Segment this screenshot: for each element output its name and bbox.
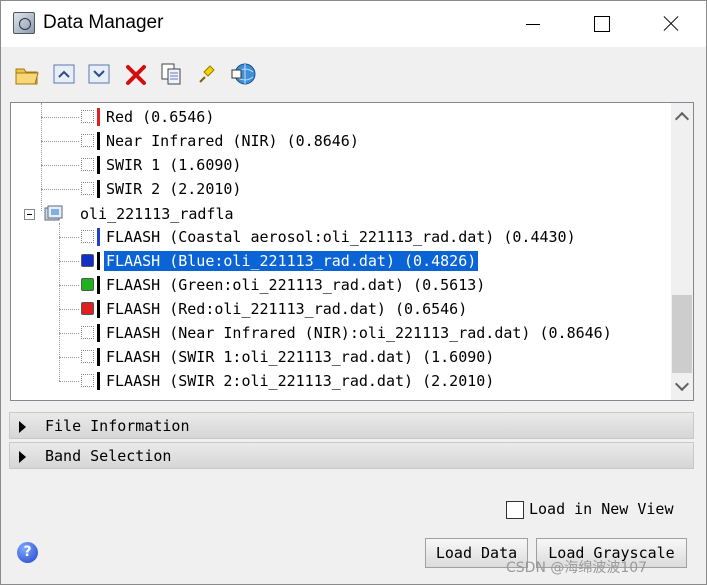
layer-tree[interactable]: Red (0.6546) Near Infrared (NIR) (0.8646… — [10, 102, 694, 401]
help-icon[interactable]: ? — [17, 542, 38, 563]
tree-connector — [41, 141, 79, 142]
globe-link-icon[interactable] — [230, 60, 258, 88]
file-information-panel-header[interactable]: File Information — [9, 412, 694, 439]
band-label: FLAASH (SWIR 2:oli_221113_rad.dat) (2.20… — [106, 372, 495, 390]
band-checkbox[interactable] — [81, 182, 94, 195]
band-color-bar — [97, 372, 100, 390]
app-icon — [13, 12, 35, 34]
vertical-scrollbar[interactable] — [671, 103, 693, 400]
band-label: FLAASH (Red:oli_221113_rad.dat) (0.6546) — [106, 300, 468, 318]
band-color-bar — [97, 180, 100, 198]
tree-connector — [59, 381, 79, 382]
load-in-new-view-label[interactable]: Load in New View — [529, 500, 674, 518]
scroll-down-button[interactable] — [671, 376, 693, 398]
section-title: Band Selection — [45, 447, 172, 465]
band-checkbox[interactable] — [81, 374, 94, 387]
tree-connector — [59, 261, 79, 262]
pin-icon[interactable] — [192, 60, 220, 88]
data-manager-window: Data Manager Red (0.6546) Near Infrared … — [0, 0, 707, 585]
section-title: File Information — [45, 417, 190, 435]
load-in-new-view-checkbox[interactable] — [506, 501, 524, 519]
collapse-down-icon[interactable] — [85, 60, 113, 88]
tree-content: Red (0.6546) Near Infrared (NIR) (0.8646… — [11, 103, 671, 400]
band-selection-panel-header[interactable]: Band Selection — [9, 442, 694, 469]
band-color-swatch[interactable] — [81, 278, 94, 291]
file-node-label[interactable]: oli_221113_radfla — [80, 204, 234, 224]
band-label: Near Infrared (NIR) (0.8646) — [106, 132, 359, 150]
band-color-bar — [97, 348, 100, 366]
tree-connector — [41, 103, 42, 211]
band-label: FLAASH (Green:oli_221113_rad.dat) (0.561… — [106, 276, 486, 294]
band-checkbox[interactable] — [81, 350, 94, 363]
band-label: FLAASH (Blue:oli_221113_rad.dat) (0.4826… — [102, 250, 480, 272]
maximize-button[interactable] — [579, 1, 625, 47]
tree-connector — [59, 237, 79, 238]
band-color-bar — [97, 108, 100, 126]
tree-connector — [41, 189, 79, 190]
tree-connector — [59, 285, 79, 286]
band-color-bar — [97, 132, 100, 150]
band-color-bar — [97, 300, 100, 318]
band-label: SWIR 2 (2.2010) — [106, 180, 242, 198]
expand-arrow-icon — [19, 451, 26, 463]
minimize-button[interactable] — [510, 1, 556, 47]
band-checkbox[interactable] — [81, 158, 94, 171]
scroll-thumb[interactable] — [672, 295, 692, 373]
band-color-bar — [97, 228, 100, 246]
open-folder-icon[interactable] — [13, 60, 41, 88]
expand-up-icon[interactable] — [50, 60, 78, 88]
window-title: Data Manager — [43, 12, 164, 33]
band-color-bar — [97, 252, 100, 270]
band-checkbox[interactable] — [81, 134, 94, 147]
tree-connector — [59, 333, 79, 334]
collapse-toggle[interactable] — [24, 209, 35, 220]
title-bar[interactable]: Data Manager — [1, 1, 706, 47]
band-label: FLAASH (SWIR 1:oli_221113_rad.dat) (1.60… — [106, 348, 495, 366]
tree-connector — [59, 309, 79, 310]
watermark: CSDN @海绵波波107 — [506, 560, 648, 576]
band-color-bar — [97, 156, 100, 174]
band-color-bar — [97, 276, 100, 294]
band-label: FLAASH (Coastal aerosol:oli_221113_rad.d… — [106, 228, 576, 246]
band-color-bar — [97, 324, 100, 342]
close-button[interactable] — [647, 1, 693, 47]
band-label: SWIR 1 (1.6090) — [106, 156, 242, 174]
scroll-up-button[interactable] — [671, 105, 693, 127]
band-checkbox[interactable] — [81, 230, 94, 243]
band-checkbox[interactable] — [81, 110, 94, 123]
band-color-swatch[interactable] — [81, 254, 94, 267]
expand-arrow-icon — [19, 421, 26, 433]
copy-icon[interactable] — [158, 60, 186, 88]
raster-file-icon — [44, 205, 64, 223]
tree-connector — [41, 117, 79, 118]
delete-icon[interactable] — [122, 60, 150, 88]
band-color-swatch[interactable] — [81, 302, 94, 315]
tree-connector — [41, 165, 79, 166]
band-label: Red (0.6546) — [106, 108, 215, 126]
band-checkbox[interactable] — [81, 326, 94, 339]
tree-connector — [59, 357, 79, 358]
band-label: FLAASH (Near Infrared (NIR):oli_221113_r… — [106, 324, 612, 342]
toolbar — [1, 48, 706, 100]
